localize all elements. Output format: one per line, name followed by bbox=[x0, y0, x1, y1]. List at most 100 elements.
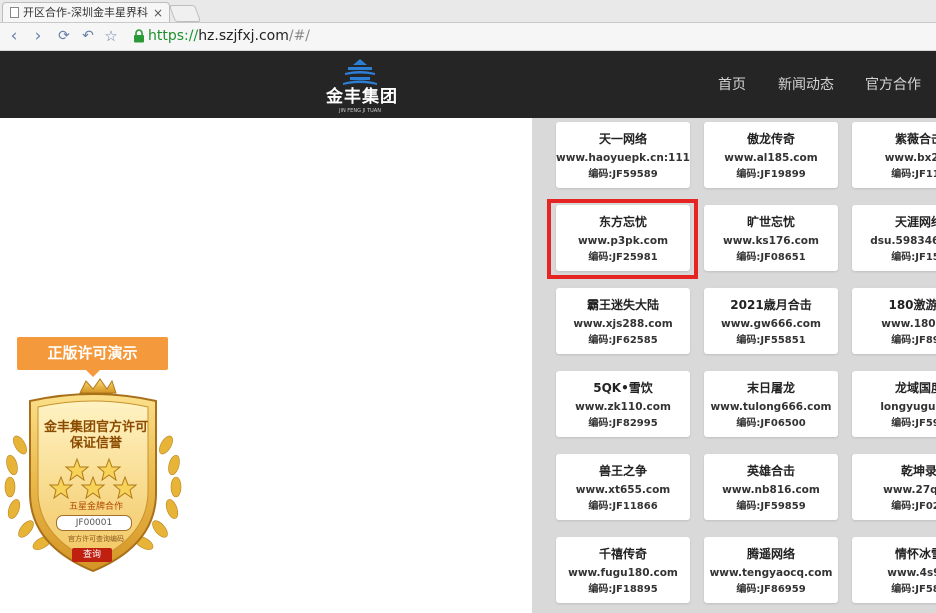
partner-code: 编码:JF59589 bbox=[588, 169, 658, 180]
partner-card[interactable]: 乾坤录 www.27qk.c 编码:JF028 bbox=[852, 454, 936, 520]
forward-icon[interactable]: › bbox=[28, 26, 48, 46]
partner-code: 编码:JF118 bbox=[891, 169, 936, 180]
partner-url[interactable]: www.ks176.com bbox=[704, 234, 838, 248]
partner-url[interactable]: www.tulong666.com bbox=[704, 400, 838, 414]
partner-name: 傲龙传奇 bbox=[746, 132, 795, 146]
back-icon[interactable]: ‹ bbox=[4, 26, 24, 46]
partner-name: 情怀冰雪 bbox=[894, 547, 936, 561]
partner-url[interactable]: www.xjs288.com bbox=[556, 317, 690, 331]
shield-line-1: 金丰集团官方许可 bbox=[43, 420, 148, 435]
partner-card[interactable]: 天涯网络 dsu.598346.com 编码:JF153 bbox=[852, 205, 936, 271]
pagoda-logo-icon bbox=[343, 59, 377, 85]
partner-name: 兽王之争 bbox=[598, 464, 647, 478]
partner-name: 旷世忘忧 bbox=[746, 215, 795, 229]
partner-url[interactable]: www.tengyaocq.com bbox=[704, 566, 838, 580]
partner-name: 紫薇合击 bbox=[894, 132, 936, 146]
partner-card[interactable]: 天一网络 www.haoyuepk.cn:1111 编码:JF59589 bbox=[556, 122, 690, 188]
partner-card[interactable]: 末日屠龙 www.tulong666.com 编码:JF06500 bbox=[704, 371, 838, 437]
partner-url[interactable]: longyuguodu bbox=[852, 400, 936, 414]
partner-card[interactable]: 180激游火 www.180ayh 编码:JF896 bbox=[852, 288, 936, 354]
query-button[interactable]: 查询 bbox=[72, 548, 112, 562]
partner-name: 乾坤录 bbox=[900, 464, 936, 478]
partner-code: 编码:JF896 bbox=[891, 335, 936, 346]
partner-code: 编码:JF153 bbox=[891, 252, 936, 263]
partner-grid: 天一网络 www.haoyuepk.cn:1111 编码:JF59589 傲龙传奇 ww… bbox=[532, 118, 936, 613]
tab-title: 开区合作-深圳金丰星界科 bbox=[23, 6, 148, 19]
partner-name: 千禧传奇 bbox=[598, 547, 647, 561]
new-tab-button[interactable] bbox=[168, 5, 202, 22]
logo-subtitle: JIN FENG JI TUAN bbox=[339, 108, 381, 114]
selection-highlight-box bbox=[547, 199, 698, 279]
partner-card[interactable]: 霸王迷失大陆 www.xjs288.com 编码:JF62585 bbox=[556, 288, 690, 354]
partner-code: 编码:JF19899 bbox=[736, 169, 806, 180]
url-host: hz.szjfxj.com bbox=[198, 28, 289, 44]
partner-code: 编码:JF82995 bbox=[588, 418, 658, 429]
partner-name: 5QK•雪饮 bbox=[593, 381, 653, 395]
partner-code: 编码:JF62585 bbox=[588, 335, 658, 346]
url-scheme: https:// bbox=[148, 28, 199, 44]
partner-card[interactable]: 紫薇合击 www.bx276 编码:JF118 bbox=[852, 122, 936, 188]
url-path: /#/ bbox=[288, 28, 311, 44]
partner-url[interactable]: www.4s9.c bbox=[852, 566, 936, 580]
partner-code: 编码:JF588 bbox=[891, 584, 936, 595]
nav-home[interactable]: 首页 bbox=[718, 75, 746, 95]
browser-tab[interactable]: 开区合作-深圳金丰星界科 × bbox=[2, 2, 170, 22]
partner-name: 末日屠龙 bbox=[746, 381, 795, 395]
site-logo[interactable]: 金丰集团 JIN FENG JI TUAN bbox=[326, 57, 398, 115]
partner-card[interactable]: 5QK•雪饮 www.zk110.com 编码:JF82995 bbox=[556, 371, 690, 437]
partner-card[interactable]: 英雄合击 www.nb816.com 编码:JF59859 bbox=[704, 454, 838, 520]
partner-url[interactable]: dsu.598346.com bbox=[852, 234, 936, 248]
partner-card[interactable]: 旷世忘忧 www.ks176.com 编码:JF08651 bbox=[704, 205, 838, 271]
partner-code: 编码:JF06500 bbox=[736, 418, 806, 429]
partner-card[interactable]: 龙域国度 longyuguodu 编码:JF596 bbox=[852, 371, 936, 437]
bookmark-star-icon[interactable]: ☆ bbox=[101, 26, 121, 46]
partner-url[interactable]: www.al185.com bbox=[704, 151, 838, 165]
nav-official-partners[interactable]: 官方合作 bbox=[865, 75, 921, 95]
partner-name: 英雄合击 bbox=[746, 464, 795, 478]
partner-name: 龙域国度 bbox=[894, 381, 936, 395]
partner-url[interactable]: www.gw666.com bbox=[704, 317, 838, 331]
partner-url[interactable]: www.bx276 bbox=[852, 151, 936, 165]
browser-tab-strip: 开区合作-深圳金丰星界科 × bbox=[0, 0, 936, 23]
partner-name: 180激游火 bbox=[888, 298, 936, 312]
partner-url[interactable]: www.zk110.com bbox=[556, 400, 690, 414]
partner-card[interactable]: 傲龙传奇 www.al185.com 编码:JF19899 bbox=[704, 122, 838, 188]
partner-card[interactable]: 2021歳月合击 www.gw666.com 编码:JF55851 bbox=[704, 288, 838, 354]
shield-query-hint: 官方许可查询编码 bbox=[68, 535, 124, 543]
shield-rating: 五星金牌合作 bbox=[68, 502, 123, 512]
partner-code: 编码:JF18895 bbox=[588, 584, 658, 595]
license-code-field[interactable]: JF00001 bbox=[56, 515, 132, 531]
reload-icon[interactable]: ⟳ bbox=[54, 26, 74, 46]
partner-name: 2021歳月合击 bbox=[730, 298, 812, 312]
partner-card[interactable]: 兽王之争 www.xt655.com 编码:JF11866 bbox=[556, 454, 690, 520]
partner-card[interactable]: 情怀冰雪 www.4s9.c 编码:JF588 bbox=[852, 537, 936, 603]
partner-url[interactable]: www.xt655.com bbox=[556, 483, 690, 497]
license-demo-banner: 正版许可演示 bbox=[17, 337, 168, 377]
browser-toolbar: ‹ › ⟳ ↶ ☆ https://hz.szjfxj.com/#/ bbox=[0, 23, 936, 51]
address-bar[interactable]: https://hz.szjfxj.com/#/ bbox=[148, 26, 310, 46]
lock-icon bbox=[134, 29, 144, 43]
tab-close-icon[interactable]: × bbox=[153, 5, 163, 21]
partner-url[interactable]: www.nb816.com bbox=[704, 483, 838, 497]
partner-code: 编码:JF11866 bbox=[588, 501, 658, 512]
site-header: 金丰集团 JIN FENG JI TUAN 首页 新闻动态 官方合作 bbox=[0, 51, 936, 118]
partner-name: 霸王迷失大陆 bbox=[586, 298, 659, 312]
partner-url[interactable]: www.27qk.c bbox=[852, 483, 936, 497]
partner-code: 编码:JF59859 bbox=[736, 501, 806, 512]
partner-url[interactable]: www.fugu180.com bbox=[556, 566, 690, 580]
undo-icon[interactable]: ↶ bbox=[78, 26, 98, 46]
partner-url[interactable]: www.180ayh bbox=[852, 317, 936, 331]
partner-code: 编码:JF86959 bbox=[736, 584, 806, 595]
partner-name: 腾遥网络 bbox=[746, 547, 795, 561]
partner-name: 天一网络 bbox=[598, 132, 647, 146]
nav-news[interactable]: 新闻动态 bbox=[778, 75, 834, 95]
partner-code: 编码:JF55851 bbox=[736, 335, 806, 346]
shield-line-2: 保证信誉 bbox=[69, 436, 122, 451]
partner-card[interactable]: 腾遥网络 www.tengyaocq.com 编码:JF86959 bbox=[704, 537, 838, 603]
partner-name: 天涯网络 bbox=[894, 215, 936, 229]
partner-code: 编码:JF028 bbox=[891, 501, 936, 512]
partner-card[interactable]: 千禧传奇 www.fugu180.com 编码:JF18895 bbox=[556, 537, 690, 603]
logo-name: 金丰集团 bbox=[326, 87, 398, 107]
partner-url[interactable]: www.haoyuepk.cn:1111 bbox=[556, 151, 690, 165]
partner-code: 编码:JF08651 bbox=[736, 252, 806, 263]
